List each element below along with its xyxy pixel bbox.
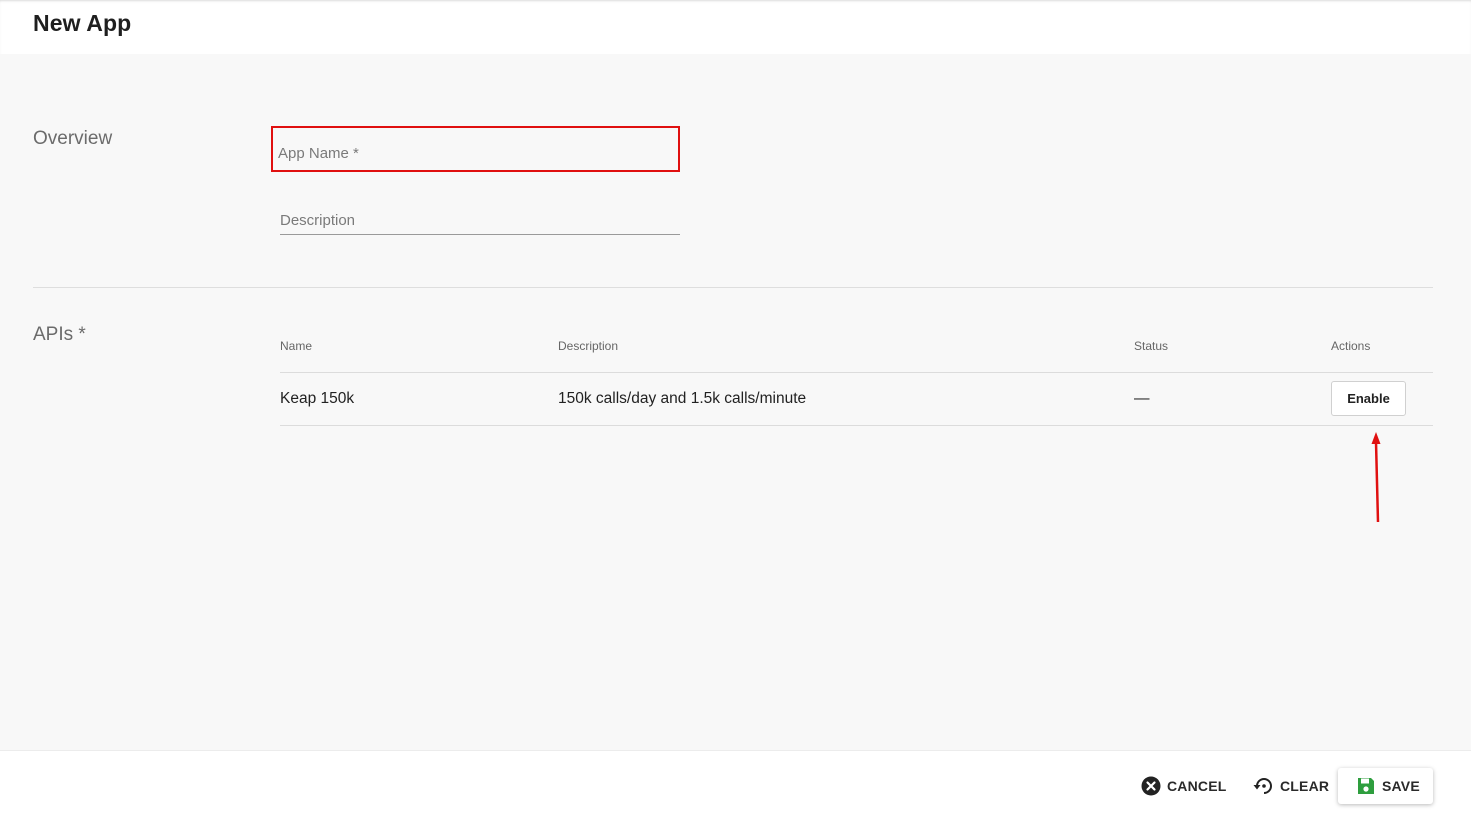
column-header-status: Status xyxy=(1134,339,1169,353)
annotation-arrow-icon xyxy=(1371,432,1381,523)
app-name-input[interactable] xyxy=(278,142,674,164)
cancel-button[interactable]: CANCEL xyxy=(1141,768,1227,804)
app-header: New App xyxy=(0,0,1471,54)
close-circle-icon xyxy=(1141,776,1161,796)
api-status-cell: — xyxy=(1134,390,1150,407)
clear-button[interactable]: CLEAR xyxy=(1252,768,1329,804)
api-name-cell: Keap 150k xyxy=(280,390,355,407)
enable-button[interactable]: Enable xyxy=(1331,381,1406,416)
page-title: New App xyxy=(33,10,132,36)
main-content: Overview APIs * Name Description Status … xyxy=(0,54,1471,750)
column-header-description: Description xyxy=(558,339,619,353)
overview-section-title: Overview xyxy=(33,128,113,149)
restore-icon xyxy=(1253,778,1272,794)
clear-label: CLEAR xyxy=(1280,778,1330,794)
apis-section-title: APIs * xyxy=(33,324,86,345)
save-label: SAVE xyxy=(1382,778,1420,794)
section-divider xyxy=(33,287,1433,288)
description-input[interactable] xyxy=(280,207,680,235)
footer-action-bar: CANCEL CLEAR SAVE xyxy=(0,750,1471,826)
floppy-disk-icon xyxy=(1358,778,1374,794)
column-header-actions: Actions xyxy=(1331,339,1371,353)
table-row-divider xyxy=(280,425,1433,426)
save-button[interactable]: SAVE xyxy=(1338,768,1433,804)
api-description-cell: 150k calls/day and 1.5k calls/minute xyxy=(558,390,807,407)
cancel-label: CANCEL xyxy=(1167,778,1227,794)
column-header-name: Name xyxy=(280,339,313,353)
table-header-divider xyxy=(280,372,1433,373)
